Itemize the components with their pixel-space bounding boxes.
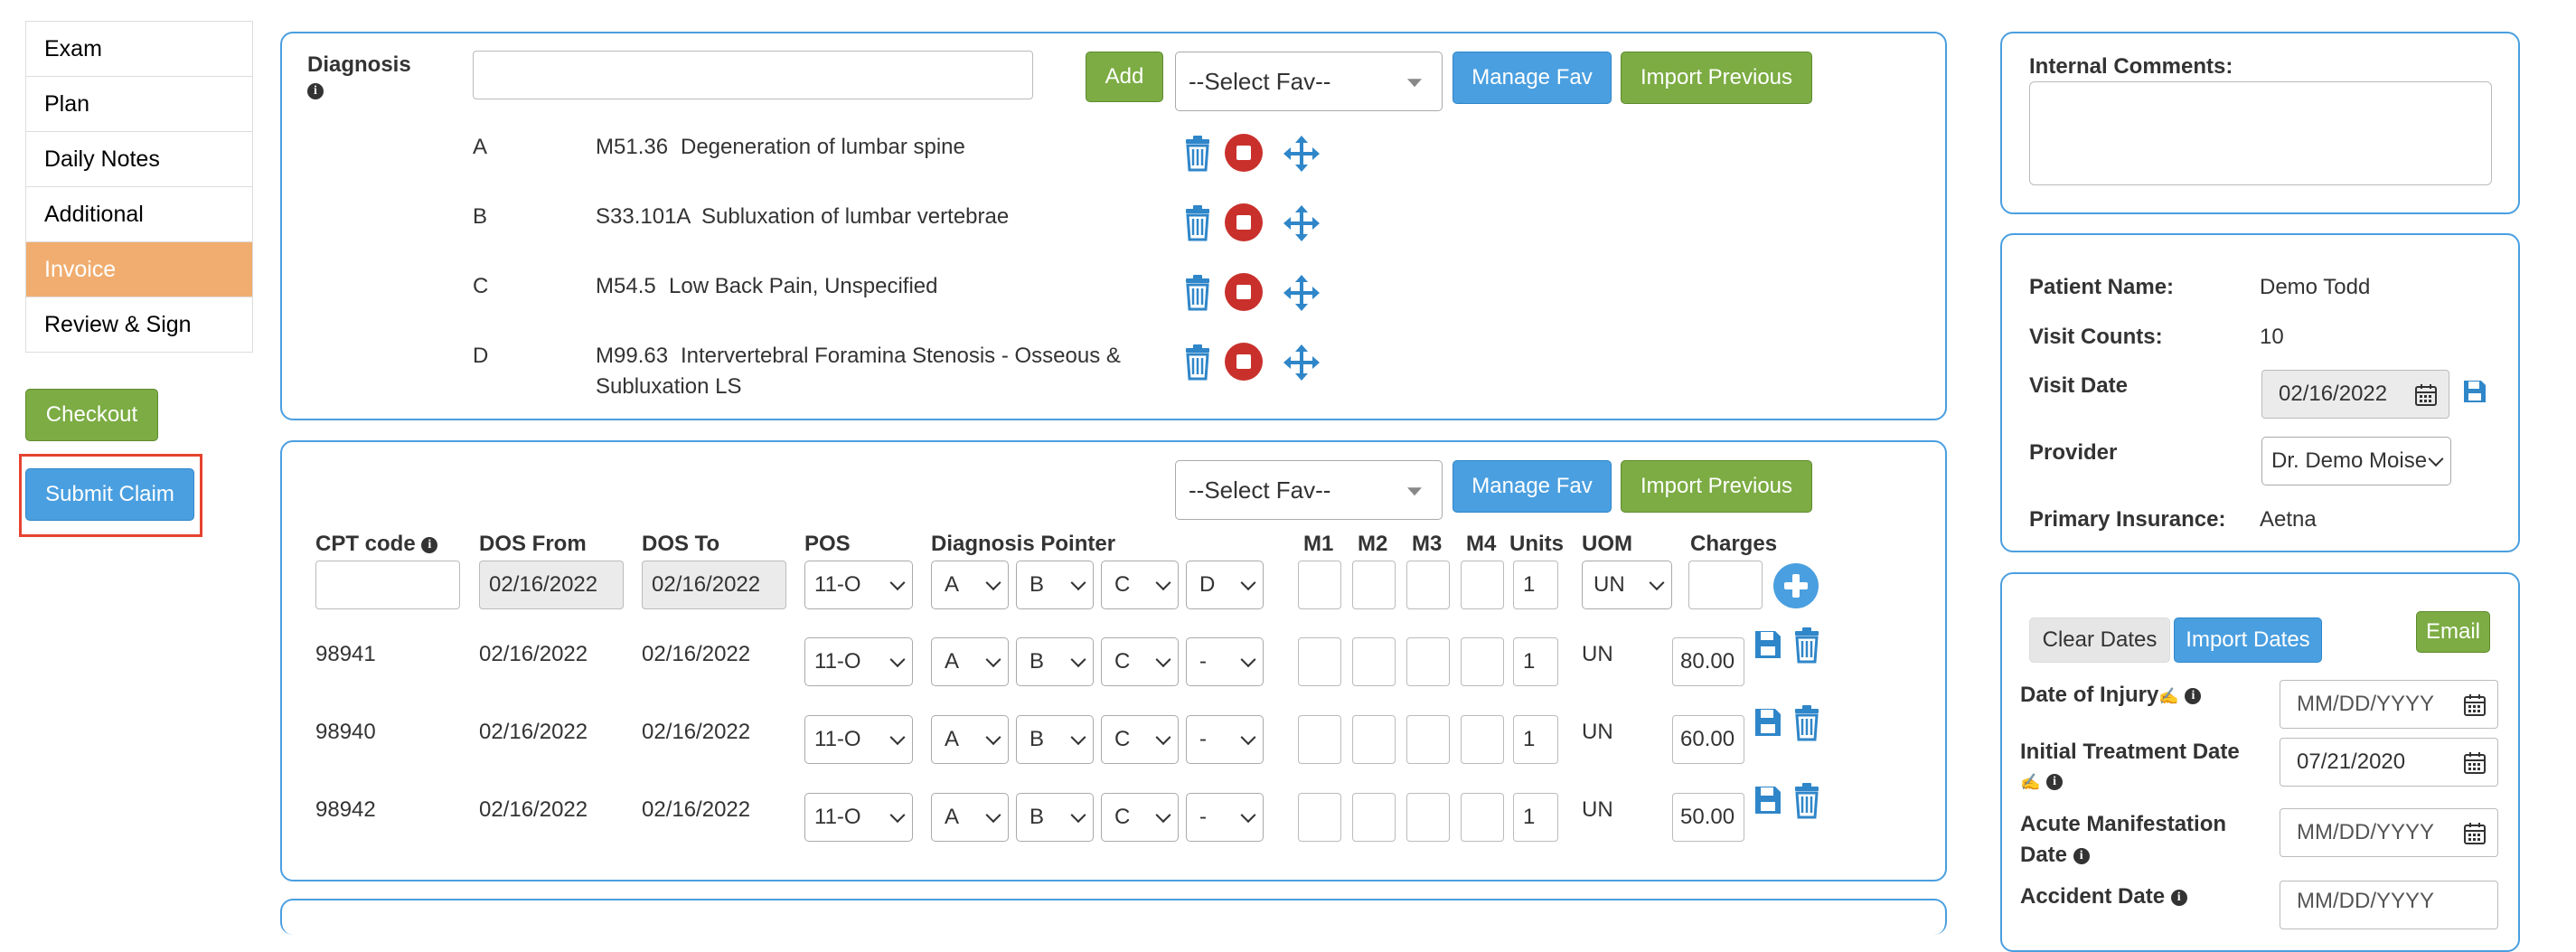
accident-date-label: Accident Date i <box>2020 884 2187 910</box>
info-icon: i <box>2185 687 2202 704</box>
save-line-icon[interactable] <box>1755 631 1781 658</box>
initial-treatment-icons: ✍ i <box>2020 768 2064 794</box>
date-of-injury-text: Date of Injury <box>2020 683 2159 707</box>
calendar-icon <box>2464 694 2486 716</box>
acute-manifestation-date-input[interactable]: MM/DD/YYYY <box>2280 808 2498 857</box>
patient-name-label: Patient Name: <box>2029 275 2175 299</box>
next-panel <box>280 899 1947 935</box>
edit-sign-icon: ✍ <box>2020 773 2041 791</box>
acute-manifestation-label: Acute Manifestation <box>2020 812 2227 836</box>
primary-insurance-value: Aetna <box>2260 507 2317 532</box>
info-icon: i <box>2170 889 2187 906</box>
acute-label-text: Date <box>2020 843 2068 867</box>
visit-date-value: 02/16/2022 <box>2279 382 2388 406</box>
info-icon: i <box>2073 847 2090 864</box>
delete-line-icon[interactable] <box>1795 627 1819 664</box>
calendar-icon <box>2415 384 2437 406</box>
visit-date-label: Visit Date <box>2029 373 2128 398</box>
internal-comments-label: Internal Comments: <box>2029 54 2233 79</box>
calendar-icon <box>2464 752 2486 774</box>
primary-insurance-label: Primary Insurance: <box>2029 507 2226 532</box>
save-line-icon[interactable] <box>1755 787 1781 814</box>
provider-select[interactable]: Dr. Demo Moise <box>2261 437 2451 485</box>
visit-date-input[interactable]: 02/16/2022 <box>2261 370 2449 419</box>
delete-line-icon[interactable] <box>1795 783 1819 819</box>
internal-comments-textarea[interactable] <box>2029 81 2492 185</box>
visit-counts-label: Visit Counts: <box>2029 325 2163 349</box>
provider-label: Provider <box>2029 440 2118 465</box>
accident-date-input[interactable]: MM/DD/YYYY <box>2280 881 2498 929</box>
patient-name-value: Demo Todd <box>2260 275 2371 299</box>
date-of-injury-label: Date of Injury✍ i <box>2020 683 2202 708</box>
initial-treatment-date-input[interactable]: 07/21/2020 <box>2280 738 2498 787</box>
info-icon: i <box>2046 773 2064 790</box>
save-icon[interactable] <box>2461 378 2488 405</box>
acute-manifestation-label-2: Date i <box>2020 843 2090 868</box>
email-button[interactable]: Email <box>2416 611 2490 653</box>
edit-sign-icon: ✍ <box>2158 687 2179 705</box>
initial-treatment-date-label: Initial Treatment Date <box>2020 740 2240 764</box>
accident-date-text: Accident Date <box>2020 884 2166 909</box>
visit-counts-value: 10 <box>2260 325 2284 349</box>
chevron-down-icon <box>2428 451 2444 467</box>
date-placeholder: MM/DD/YYYY <box>2297 889 2435 913</box>
delete-line-icon[interactable] <box>1795 705 1819 741</box>
date-of-injury-input[interactable]: MM/DD/YYYY <box>2280 680 2498 729</box>
initial-treatment-date-value: 07/21/2020 <box>2297 749 2406 774</box>
clear-dates-button[interactable]: Clear Dates <box>2029 617 2170 663</box>
save-line-icon[interactable] <box>1755 709 1781 736</box>
provider-value: Dr. Demo Moise <box>2271 448 2428 473</box>
date-placeholder: MM/DD/YYYY <box>2297 692 2435 716</box>
import-dates-button[interactable]: Import Dates <box>2174 617 2322 663</box>
date-placeholder: MM/DD/YYYY <box>2297 820 2435 844</box>
calendar-icon <box>2464 823 2486 844</box>
